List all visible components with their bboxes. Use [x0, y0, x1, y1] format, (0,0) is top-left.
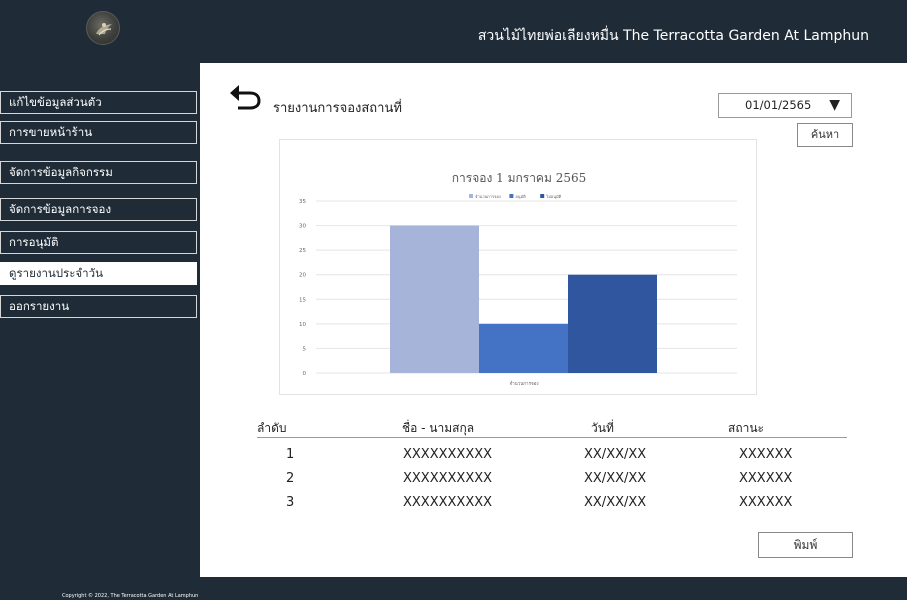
legend-swatch — [509, 194, 514, 198]
garden-logo-icon[interactable] — [86, 11, 120, 45]
bar-rejected — [568, 274, 657, 373]
cell-date: XX/XX/XX — [584, 447, 647, 462]
bar-approved — [479, 323, 568, 373]
search-button[interactable]: ค้นหา — [797, 123, 853, 147]
date-select[interactable]: 01/01/2565 ▼ — [718, 93, 852, 118]
bar-total — [390, 225, 479, 373]
column-header-name: ชื่อ - นามสกุล — [402, 421, 475, 435]
legend-swatch — [469, 194, 473, 198]
copyright-text: Copyright © 2022, The Terracotta Garden … — [62, 593, 199, 599]
legend-swatch — [540, 194, 545, 198]
main-content: รายงานการจองสถานที่ 01/01/2565 ▼ ค้นหา ก… — [200, 63, 907, 577]
sidebar: แก้ไขข้อมูลส่วนตัว การขายหน้าร้าน จัดการ… — [0, 63, 200, 577]
column-header-no: ลำดับ — [257, 421, 287, 435]
cell-date: XX/XX/XX — [584, 471, 647, 486]
y-tick-label: 10 — [299, 322, 306, 328]
cell-date: XX/XX/XX — [584, 495, 647, 510]
site-title: สวนไม้ไทยพ่อเลียงหมื่น The Terracotta Ga… — [477, 28, 869, 44]
legend-label: ไม่อนุมัติ — [545, 194, 561, 200]
cell-status: XXXXXX — [739, 447, 793, 462]
sidebar-item-storefront-sales[interactable]: การขายหน้าร้าน — [0, 121, 197, 144]
cell-no: 3 — [286, 495, 295, 510]
cell-no: 2 — [286, 471, 295, 486]
y-tick-label: 20 — [299, 273, 306, 279]
y-tick-label: 30 — [299, 224, 306, 230]
cell-name: XXXXXXXXXX — [403, 471, 493, 486]
booking-chart: การจอง 1 มกราคม 2565 จำนวนการจอง อนุมัติ ไม… — [279, 139, 757, 395]
date-select-value: 01/01/2565 — [745, 98, 812, 112]
sidebar-item-edit-profile[interactable]: แก้ไขข้อมูลส่วนตัว — [0, 91, 197, 114]
y-tick-label: 35 — [299, 199, 306, 205]
sidebar-item-manage-bookings[interactable]: จัดการข้อมูลการจอง — [0, 198, 197, 221]
cell-status: XXXXXX — [739, 471, 793, 486]
booking-chart-svg: การจอง 1 มกราคม 2565 จำนวนการจอง อนุมัติ ไม… — [299, 171, 737, 387]
y-tick-label: 25 — [299, 248, 306, 254]
table-header-row: ลำดับ ชื่อ - นามสกุล วันที่ สถานะ — [257, 413, 847, 438]
cell-no: 1 — [286, 447, 295, 462]
print-button[interactable]: พิมพ์ — [758, 532, 853, 558]
sidebar-item-daily-report[interactable]: ดูรายงานประจำวัน — [0, 262, 197, 285]
y-tick-label: 15 — [299, 297, 306, 303]
cell-name: XXXXXXXXXX — [403, 495, 493, 510]
y-tick-label: 0 — [303, 371, 307, 377]
sidebar-item-export-report[interactable]: ออกรายงาน — [0, 295, 197, 318]
column-header-date: วันที่ — [591, 421, 614, 435]
cell-name: XXXXXXXXXX — [403, 447, 493, 462]
legend-label: จำนวนการจอง — [475, 194, 501, 199]
chart-title: การจอง 1 มกราคม 2565 — [452, 171, 586, 185]
column-header-status: สถานะ — [728, 421, 764, 435]
sidebar-item-approval[interactable]: การอนุมัติ — [0, 231, 197, 254]
dropdown-arrow-icon: ▼ — [829, 97, 840, 113]
back-arrow-icon[interactable] — [228, 80, 262, 110]
legend-label: อนุมัติ — [515, 194, 526, 200]
header-bar: สวนไม้ไทยพ่อเลียงหมื่น The Terracotta Ga… — [0, 0, 907, 63]
x-tick-label: จำนวนการจอง — [509, 380, 538, 387]
footer: Copyright © 2022, The Terracotta Garden … — [0, 577, 907, 600]
sidebar-item-manage-activities[interactable]: จัดการข้อมูลกิจกรรม — [0, 161, 197, 184]
y-tick-label: 5 — [303, 346, 307, 352]
page-title: รายงานการจองสถานที่ — [273, 101, 402, 116]
cell-status: XXXXXX — [739, 495, 793, 510]
